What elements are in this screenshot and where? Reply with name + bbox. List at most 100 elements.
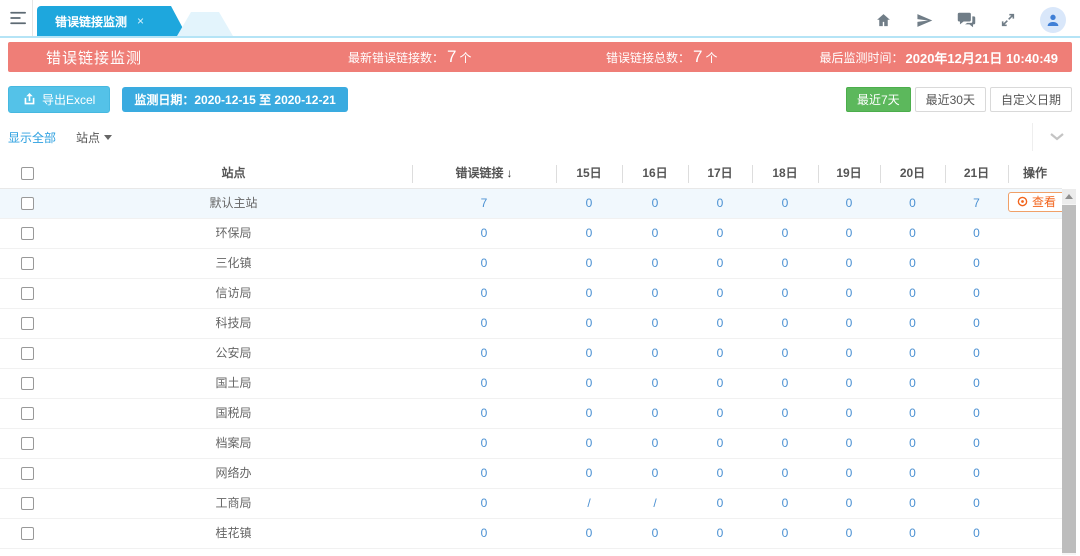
error-count-value: 0 bbox=[412, 309, 556, 338]
sort-desc-icon: ↓ bbox=[507, 166, 513, 180]
error-count-value: 0 bbox=[412, 489, 556, 518]
range-button-custom-date[interactable]: 自定义日期 bbox=[990, 87, 1072, 112]
action-cell bbox=[1008, 399, 1062, 428]
day-value-19: 0 bbox=[818, 249, 880, 278]
day-value-17: 0 bbox=[688, 339, 752, 368]
day-value-15: 0 bbox=[556, 249, 622, 278]
tab-error-link-monitor[interactable]: 错误链接监测 × bbox=[37, 6, 187, 36]
view-button[interactable]: 查看 bbox=[1008, 192, 1062, 212]
day-value-17: 0 bbox=[688, 399, 752, 428]
user-avatar[interactable] bbox=[1040, 7, 1066, 33]
day-value-15: 0 bbox=[556, 189, 622, 218]
day-value-15: 0 bbox=[556, 519, 622, 548]
row-checkbox[interactable] bbox=[21, 287, 34, 300]
table-body: 默认主站70000007查看环保局00000000三化镇00000000信访局0… bbox=[0, 189, 1080, 549]
row-checkbox[interactable] bbox=[21, 407, 34, 420]
row-checkbox[interactable] bbox=[21, 377, 34, 390]
error-count-value: 0 bbox=[412, 399, 556, 428]
summary-banner: 错误链接监测 最新错误链接数： 7 个 错误链接总数： 7 个 最后监测时间： … bbox=[8, 42, 1072, 72]
sites-table: 站点 错误链接↓ 15日 16日 17日 18日 19日 20日 21日 操作 … bbox=[0, 159, 1080, 549]
action-cell bbox=[1008, 459, 1062, 488]
sidebar-toggle-icon[interactable] bbox=[10, 11, 28, 28]
day-value-18: 0 bbox=[752, 429, 818, 458]
day-value-18: 0 bbox=[752, 309, 818, 338]
select-all-checkbox[interactable] bbox=[21, 167, 34, 180]
latest-error-unit: 个 bbox=[459, 49, 471, 66]
fullscreen-icon[interactable] bbox=[1000, 12, 1016, 28]
row-checkbox-cell bbox=[0, 279, 55, 308]
site-name: 国土局 bbox=[55, 369, 412, 398]
vertical-scrollbar[interactable] bbox=[1062, 189, 1076, 555]
day-value-16: / bbox=[622, 489, 688, 518]
site-name: 网络办 bbox=[55, 459, 412, 488]
day-value-19: 0 bbox=[818, 369, 880, 398]
row-checkbox[interactable] bbox=[21, 257, 34, 270]
day-value-20: 0 bbox=[880, 369, 945, 398]
error-count-value: 0 bbox=[412, 339, 556, 368]
last-monitor-value: 2020年12月21日 10:40:49 bbox=[906, 48, 1059, 67]
send-icon[interactable] bbox=[916, 12, 933, 29]
day-value-19: 0 bbox=[818, 339, 880, 368]
latest-error-label: 最新错误链接数： bbox=[348, 49, 444, 66]
row-checkbox[interactable] bbox=[21, 437, 34, 450]
day-value-21: 0 bbox=[945, 489, 1008, 518]
row-checkbox[interactable] bbox=[21, 317, 34, 330]
row-checkbox[interactable] bbox=[21, 197, 34, 210]
header-error-count[interactable]: 错误链接↓ bbox=[412, 159, 556, 188]
day-value-19: 0 bbox=[818, 459, 880, 488]
error-count-value: 0 bbox=[412, 459, 556, 488]
row-checkbox[interactable] bbox=[21, 527, 34, 540]
chevron-down-icon bbox=[1050, 133, 1064, 141]
table-row: 桂花镇00000000 bbox=[0, 519, 1062, 549]
row-checkbox[interactable] bbox=[21, 467, 34, 480]
inactive-tab-stub[interactable] bbox=[177, 12, 233, 36]
home-icon[interactable] bbox=[875, 12, 892, 29]
day-value-21: 0 bbox=[945, 429, 1008, 458]
header-day-15: 15日 bbox=[556, 159, 622, 188]
row-checkbox-cell bbox=[0, 519, 55, 548]
table-row: 国土局00000000 bbox=[0, 369, 1062, 399]
row-checkbox-cell bbox=[0, 369, 55, 398]
export-excel-button[interactable]: 导出Excel bbox=[8, 86, 110, 113]
site-dropdown[interactable]: 站点 bbox=[76, 129, 112, 146]
row-checkbox[interactable] bbox=[21, 347, 34, 360]
scrollbar-thumb[interactable] bbox=[1062, 205, 1076, 553]
day-value-18: 0 bbox=[752, 189, 818, 218]
row-checkbox[interactable] bbox=[21, 227, 34, 240]
day-value-20: 0 bbox=[880, 519, 945, 548]
day-value-19: 0 bbox=[818, 219, 880, 248]
day-value-21: 0 bbox=[945, 279, 1008, 308]
header-day-18: 18日 bbox=[752, 159, 818, 188]
day-value-18: 0 bbox=[752, 369, 818, 398]
chat-icon[interactable] bbox=[957, 12, 976, 28]
export-excel-label: 导出Excel bbox=[42, 91, 95, 108]
range-button-last7days[interactable]: 最近7天 bbox=[846, 87, 911, 112]
day-value-17: 0 bbox=[688, 249, 752, 278]
show-all-link[interactable]: 显示全部 bbox=[8, 129, 56, 146]
range-button-last30days[interactable]: 最近30天 bbox=[915, 87, 986, 112]
action-cell bbox=[1008, 339, 1062, 368]
day-value-17: 0 bbox=[688, 429, 752, 458]
day-value-21: 0 bbox=[945, 339, 1008, 368]
day-value-16: 0 bbox=[622, 399, 688, 428]
latest-error-value: 7 bbox=[447, 43, 456, 71]
error-count-value: 0 bbox=[412, 279, 556, 308]
row-checkbox-cell bbox=[0, 489, 55, 518]
caret-down-icon bbox=[104, 135, 112, 140]
table-row: 档案局00000000 bbox=[0, 429, 1062, 459]
day-value-21: 7 bbox=[945, 189, 1008, 218]
day-value-15: 0 bbox=[556, 219, 622, 248]
day-value-18: 0 bbox=[752, 459, 818, 488]
day-value-18: 0 bbox=[752, 399, 818, 428]
row-checkbox[interactable] bbox=[21, 497, 34, 510]
site-name: 国税局 bbox=[55, 399, 412, 428]
total-error-unit: 个 bbox=[705, 49, 717, 66]
scrollbar-up-arrow-icon[interactable] bbox=[1062, 189, 1076, 204]
row-checkbox-cell bbox=[0, 339, 55, 368]
site-name: 档案局 bbox=[55, 429, 412, 458]
table-row: 科技局00000000 bbox=[0, 309, 1062, 339]
tab-close-icon[interactable]: × bbox=[137, 14, 144, 28]
day-value-20: 0 bbox=[880, 309, 945, 338]
collapse-panel-button[interactable] bbox=[1032, 123, 1080, 151]
error-count-value: 0 bbox=[412, 369, 556, 398]
